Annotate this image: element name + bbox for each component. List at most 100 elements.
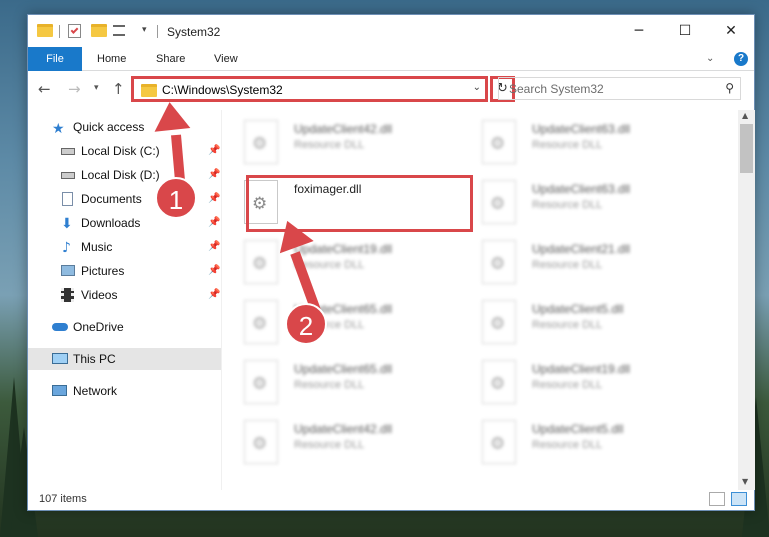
drive-icon	[61, 172, 75, 179]
sidebar-item-label: Music	[81, 240, 113, 254]
sidebar-item-label: Pictures	[81, 264, 125, 278]
sidebar-item-this-pc[interactable]: This PC	[28, 348, 221, 370]
drive-icon	[61, 148, 75, 155]
close-button[interactable]: ✕	[708, 15, 754, 47]
up-arrow-icon[interactable]: ↑	[112, 80, 125, 98]
sidebar-item-label: Local Disk (C:)	[81, 144, 160, 158]
file-item[interactable]: ⚙ UpdateClient63.dll Resource DLL	[462, 114, 687, 170]
address-path: C:\Windows\System32	[162, 83, 283, 97]
vertical-scrollbar[interactable]: ▲ ▼	[738, 110, 755, 490]
dll-file-icon: ⚙	[244, 120, 278, 164]
file-name: UpdateClient21.dll	[532, 242, 631, 256]
sidebar-item-downloads[interactable]: ⬇ Downloads 📌	[28, 212, 221, 234]
pin-icon[interactable]: 📌	[208, 140, 220, 162]
file-name: UpdateClient42.dll	[294, 422, 393, 436]
file-name: UpdateClient65.dll	[294, 362, 393, 376]
folder-icon	[37, 24, 53, 37]
search-placeholder: Search System32	[509, 82, 604, 96]
back-arrow-icon[interactable]: ←	[38, 80, 51, 98]
window-title: System32	[167, 25, 221, 39]
tab-share[interactable]: Share	[156, 47, 185, 71]
file-name: UpdateClient63.dll	[532, 122, 631, 136]
sidebar-item-music[interactable]: ♪ Music 📌	[28, 236, 221, 258]
sidebar-item-pictures[interactable]: Pictures 📌	[28, 260, 221, 282]
minimize-button[interactable]: ─	[616, 15, 662, 47]
tab-home[interactable]: Home	[97, 47, 126, 71]
dll-file-icon: ⚙	[244, 420, 278, 464]
details-view-icon[interactable]	[709, 492, 725, 506]
dll-file-icon: ⚙	[482, 120, 516, 164]
sidebar-item-network[interactable]: Network	[28, 380, 221, 402]
toolbar-separator	[157, 25, 158, 38]
new-folder-icon[interactable]	[91, 24, 107, 37]
sidebar-item-label: Local Disk (D:)	[81, 168, 160, 182]
scroll-down-arrow-icon[interactable]: ▼	[742, 477, 748, 486]
download-icon: ⬇	[61, 216, 73, 232]
file-name: UpdateClient19.dll	[532, 362, 631, 376]
search-input[interactable]: Search System32 ⚲	[498, 77, 741, 100]
tab-view[interactable]: View	[214, 47, 238, 71]
folder-icon	[141, 84, 157, 97]
forward-arrow-icon[interactable]: →	[68, 80, 81, 98]
file-item[interactable]: ⚙ UpdateClient5.dll Resource DLL	[462, 294, 687, 350]
title-bar: ▾ System32 ─ ☐ ✕	[28, 15, 754, 47]
properties-icon[interactable]	[68, 24, 81, 38]
navigation-bar: ← → ▾ ↑ C:\Windows\System32 ⌄ ↻ Search S…	[28, 72, 754, 106]
file-name: UpdateClient42.dll	[294, 122, 393, 136]
file-type: Resource DLL	[532, 259, 603, 271]
maximize-button[interactable]: ☐	[662, 15, 708, 47]
file-item[interactable]: ⚙ UpdateClient21.dll Resource DLL	[462, 234, 687, 290]
dll-file-icon: ⚙	[244, 300, 278, 344]
pin-icon[interactable]: 📌	[208, 212, 220, 234]
sidebar-item-local-disk-c[interactable]: Local Disk (C:) 📌	[28, 140, 221, 162]
ribbon-expand-chevron-icon[interactable]: ⌄	[706, 47, 714, 71]
help-icon[interactable]: ?	[734, 52, 748, 66]
star-icon: ★	[52, 121, 65, 137]
cloud-icon	[52, 323, 68, 331]
network-icon	[52, 385, 67, 396]
scrollbar-thumb[interactable]	[740, 124, 753, 173]
sidebar-item-quick-access[interactable]: ★ Quick access	[28, 116, 221, 138]
pin-icon[interactable]: 📌	[208, 284, 220, 306]
pin-icon[interactable]: 📌	[208, 236, 220, 258]
file-item[interactable]: ⚙ UpdateClient65.dll Resource DLL	[224, 354, 449, 410]
file-item[interactable]: ⚙ UpdateClient63.dll Resource DLL	[462, 174, 687, 230]
item-count: 107 items	[39, 493, 87, 505]
sidebar-item-label: Quick access	[73, 120, 145, 134]
toolbar-separator	[59, 25, 60, 38]
tab-file[interactable]: File	[28, 47, 82, 71]
sidebar-item-onedrive[interactable]: OneDrive	[28, 316, 221, 338]
recent-locations-chevron-icon[interactable]: ▾	[94, 83, 99, 93]
file-type: Resource DLL	[532, 319, 603, 331]
scroll-up-arrow-icon[interactable]: ▲	[742, 111, 748, 120]
file-name: UpdateClient19.dll	[294, 242, 393, 256]
file-item[interactable]: ⚙ UpdateClient19.dll Resource DLL	[224, 234, 449, 290]
customize-toolbar-icon[interactable]	[113, 25, 125, 36]
arrowhead-icon	[151, 100, 191, 132]
pin-icon[interactable]: 📌	[208, 164, 220, 186]
sidebar-item-local-disk-d[interactable]: Local Disk (D:) 📌	[28, 164, 221, 186]
file-item[interactable]: ⚙ UpdateClient42.dll Resource DLL	[224, 414, 449, 470]
chevron-down-icon[interactable]: ▾	[142, 25, 147, 35]
address-bar[interactable]: C:\Windows\System32 ⌄	[131, 76, 488, 102]
sidebar-item-label: Documents	[81, 192, 142, 206]
sidebar-item-label: OneDrive	[73, 320, 124, 334]
dll-file-icon: ⚙	[244, 240, 278, 284]
file-list: ⚙ UpdateClient42.dll Resource DLL ⚙ Upda…	[224, 110, 736, 490]
chevron-down-icon[interactable]: ⌄	[473, 82, 481, 93]
file-item[interactable]: ⚙ UpdateClient19.dll Resource DLL	[462, 354, 687, 410]
large-icons-view-icon[interactable]	[731, 492, 747, 506]
file-item[interactable]: ⚙ UpdateClient65.dll Resource DLL	[224, 294, 449, 350]
step-badge-1: 1	[155, 177, 197, 219]
sidebar-item-videos[interactable]: Videos 📌	[28, 284, 221, 306]
file-item[interactable]: ⚙ UpdateClient5.dll Resource DLL	[462, 414, 687, 470]
file-name: UpdateClient5.dll	[532, 302, 624, 316]
dll-file-icon: ⚙	[482, 180, 516, 224]
pictures-icon	[61, 265, 75, 276]
file-name: UpdateClient63.dll	[532, 182, 631, 196]
file-item[interactable]: ⚙ UpdateClient42.dll Resource DLL	[224, 114, 449, 170]
file-type: Resource DLL	[294, 439, 365, 451]
ribbon-tabs: File Home Share View ⌄ ?	[28, 47, 754, 71]
pin-icon[interactable]: 📌	[208, 260, 220, 282]
pin-icon[interactable]: 📌	[208, 188, 220, 210]
